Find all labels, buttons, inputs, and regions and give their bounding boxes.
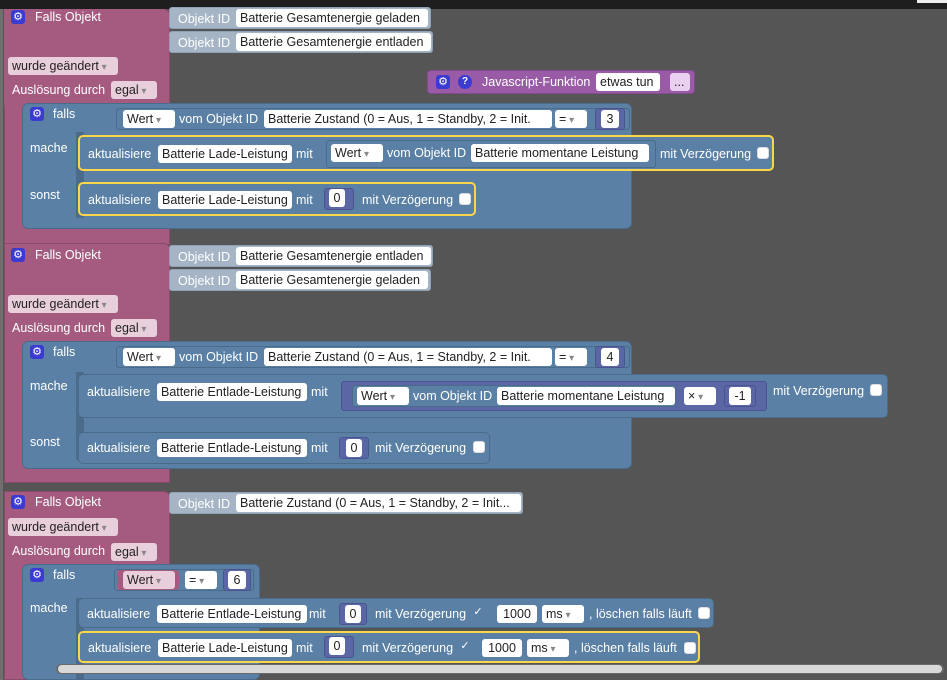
gear-icon[interactable]: ⚙ (436, 75, 450, 89)
window-control[interactable] (917, 0, 947, 3)
object-id-field[interactable]: Batterie Entlade-Leistung (157, 439, 307, 457)
update-statement[interactable]: aktualisiere Batterie Entlade-Leistung m… (78, 598, 714, 628)
number-field[interactable]: 0 (329, 637, 345, 655)
multiply-block[interactable]: Wert vom Objekt ID Batterie momentane Le… (341, 381, 767, 411)
delay-value-field[interactable]: 1000 (497, 605, 537, 623)
object-id-block[interactable]: Objekt ID Batterie Gesamtenergie entlade… (169, 31, 433, 53)
delay-checkbox[interactable] (459, 193, 471, 205)
delay-value-field[interactable]: 1000 (482, 639, 522, 657)
object-id-field[interactable]: Batterie Lade-Leistung (158, 639, 292, 657)
wert-dropdown[interactable]: Wert (123, 110, 175, 128)
object-id-field[interactable]: Batterie momentane Leistung (471, 144, 649, 162)
update-statement[interactable]: aktualisiere Batterie Lade-Leistung mit … (78, 182, 476, 216)
object-id-field[interactable]: Batterie Zustand (0 = Aus, 1 = Standby, … (236, 494, 521, 512)
math-operator-dropdown[interactable]: × (684, 387, 716, 405)
falls-label: falls (53, 107, 76, 121)
object-id-field[interactable]: Batterie Gesamtenergie geladen (236, 9, 428, 27)
ausloesung-label: Auslösung durch (12, 83, 106, 97)
gear-icon[interactable]: ⚙ (11, 248, 25, 262)
compare-block[interactable]: Wert vom Objekt ID Batterie Zustand (0 =… (116, 346, 630, 368)
gear-icon[interactable]: ⚙ (11, 495, 25, 509)
object-id-field[interactable]: Batterie Zustand (0 = Aus, 1 = Standby, … (264, 110, 552, 128)
compare-block[interactable]: Wert = 6 (114, 569, 254, 591)
object-id-field[interactable]: Batterie Gesamtenergie geladen (236, 271, 428, 289)
falls-label: falls (53, 345, 76, 359)
update-statement[interactable]: aktualisiere Batterie Entlade-Leistung m… (78, 432, 490, 464)
wert-dropdown[interactable]: Wert (123, 348, 175, 366)
object-id-block[interactable]: Objekt ID Batterie Zustand (0 = Aus, 1 =… (169, 492, 523, 514)
gear-icon[interactable]: ⚙ (30, 568, 44, 582)
delay-unit-dropdown[interactable]: ms (542, 605, 584, 623)
window-top-bar (0, 0, 947, 9)
change-type-dropdown[interactable]: wurde geändert (8, 295, 118, 313)
number-field[interactable]: 3 (601, 110, 619, 128)
gear-icon[interactable]: ⚙ (11, 10, 25, 24)
falls-objekt-label: Falls Objekt (35, 248, 101, 262)
wert-dropdown[interactable]: Wert (357, 387, 409, 405)
delay-checkbox[interactable]: ✓ (472, 607, 484, 619)
trigger-source-dropdown[interactable]: egal (111, 319, 157, 337)
value-block[interactable]: Wert vom Objekt ID Batterie momentane Le… (326, 140, 656, 168)
falls-objekt-label: Falls Objekt (35, 495, 101, 509)
change-type-dropdown[interactable]: wurde geändert (8, 57, 118, 75)
mache-label: mache (30, 601, 68, 615)
object-id-block[interactable]: Objekt ID Batterie Gesamtenergie entlade… (169, 245, 433, 267)
horizontal-scrollbar-thumb[interactable] (58, 665, 942, 673)
operator-dropdown[interactable]: = (555, 348, 587, 366)
ausloesung-label: Auslösung durch (12, 321, 106, 335)
compare-block[interactable]: Wert vom Objekt ID Batterie Zustand (0 =… (116, 108, 630, 130)
operator-dropdown[interactable]: = (185, 571, 217, 589)
mache-label: mache (30, 379, 68, 393)
object-id-field[interactable]: Batterie Lade-Leistung (158, 191, 292, 209)
change-type-dropdown[interactable]: wurde geändert (8, 518, 118, 536)
number-field[interactable]: 0 (329, 189, 345, 207)
function-args-field[interactable]: ... (670, 73, 690, 91)
wert-dropdown[interactable]: Wert (123, 571, 175, 589)
object-id-block[interactable]: Objekt ID Batterie Gesamtenergie geladen (169, 7, 431, 29)
help-icon[interactable]: ? (458, 75, 472, 89)
function-name-field[interactable]: etwas tun (596, 73, 660, 91)
gear-icon[interactable]: ⚙ (30, 107, 44, 121)
update-statement[interactable]: aktualisiere Batterie Entlade-Leistung m… (78, 374, 888, 418)
wert-dropdown[interactable]: Wert (331, 144, 383, 162)
number-field[interactable]: 4 (601, 348, 619, 366)
trigger-source-dropdown[interactable]: egal (111, 543, 157, 561)
gear-icon[interactable]: ⚙ (30, 345, 44, 359)
object-id-field[interactable]: Batterie Zustand (0 = Aus, 1 = Standby, … (264, 348, 552, 366)
falls-label: falls (53, 568, 76, 582)
delay-checkbox[interactable] (473, 441, 485, 453)
mache-label: mache (30, 141, 68, 155)
sonst-label: sonst (30, 435, 60, 449)
falls-objekt-label: Falls Objekt (35, 10, 101, 24)
clear-running-checkbox[interactable] (684, 642, 696, 654)
sonst-label: sonst (30, 188, 60, 202)
number-field[interactable]: -1 (729, 387, 751, 405)
number-field[interactable]: 6 (228, 571, 246, 589)
object-id-field[interactable]: Batterie momentane Leistung (497, 387, 675, 405)
delay-unit-dropdown[interactable]: ms (527, 639, 569, 657)
number-field[interactable]: 0 (346, 439, 362, 457)
delay-checkbox[interactable] (757, 147, 769, 159)
object-id-field[interactable]: Batterie Gesamtenergie entladen (236, 33, 431, 51)
object-id-field[interactable]: Batterie Gesamtenergie entladen (236, 247, 431, 265)
workspace-left-edge (0, 9, 3, 680)
object-id-field[interactable]: Batterie Entlade-Leistung (157, 605, 307, 623)
delay-checkbox[interactable] (870, 384, 882, 396)
object-id-field[interactable]: Batterie Lade-Leistung (158, 145, 292, 163)
clear-running-checkbox[interactable] (698, 607, 710, 619)
update-statement[interactable]: aktualisiere Batterie Lade-Leistung mit … (78, 631, 700, 663)
object-id-field[interactable]: Batterie Entlade-Leistung (157, 383, 307, 401)
trigger-source-dropdown[interactable]: egal (111, 81, 157, 99)
object-id-block[interactable]: Objekt ID Batterie Gesamtenergie geladen (169, 269, 431, 291)
update-statement[interactable]: aktualisiere Batterie Lade-Leistung mit … (78, 135, 774, 171)
value-block[interactable]: Wert vom Objekt ID Batterie momentane Le… (352, 385, 676, 407)
operator-dropdown[interactable]: = (555, 110, 587, 128)
delay-checkbox[interactable]: ✓ (459, 641, 471, 653)
number-field[interactable]: 0 (345, 605, 361, 623)
ausloesung-label: Auslösung durch (12, 544, 106, 558)
js-function-block[interactable]: ⚙ ? Javascript-Funktion etwas tun ... (427, 70, 695, 94)
